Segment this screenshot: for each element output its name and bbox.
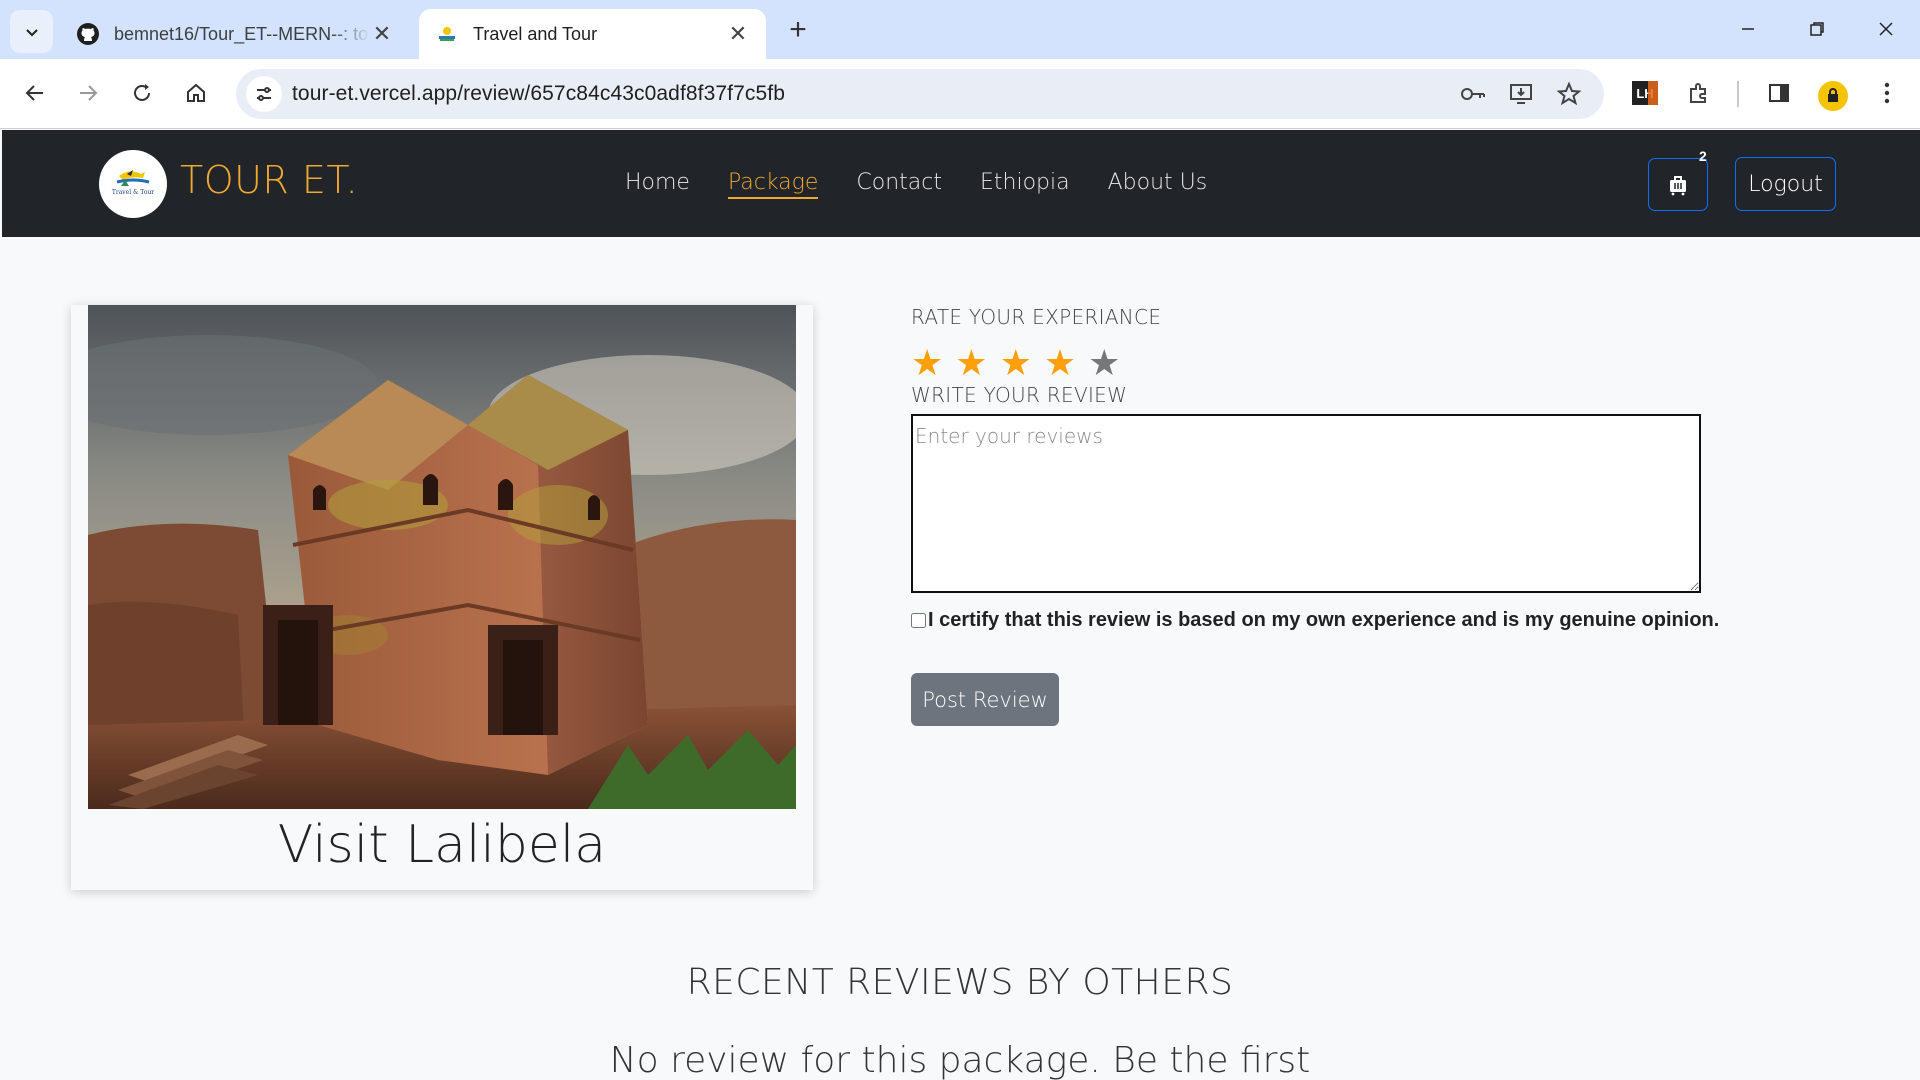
extensions-puzzle-icon[interactable]: [1679, 73, 1719, 113]
cart-button[interactable]: [1648, 158, 1708, 211]
tab-title: bemnet16/Tour_ET--MERN--: to: [114, 23, 369, 44]
close-window-icon[interactable]: [1862, 10, 1910, 48]
install-app-icon[interactable]: [1506, 79, 1536, 109]
tab-travel-and-tour[interactable]: Travel and Tour ✕: [419, 9, 766, 59]
review-textarea[interactable]: [911, 414, 1701, 593]
bookmark-star-icon[interactable]: [1554, 79, 1584, 109]
tab-title: Travel and Tour: [473, 23, 598, 44]
certify-checkbox[interactable]: [911, 613, 926, 628]
tab-close-icon[interactable]: ✕: [370, 21, 394, 46]
star-icon[interactable]: ★: [911, 345, 943, 381]
post-review-button[interactable]: Post Review: [911, 673, 1059, 726]
tab-search-button[interactable]: [10, 10, 53, 53]
reload-icon[interactable]: [122, 73, 162, 113]
minimize-icon[interactable]: [1724, 10, 1772, 48]
home-icon[interactable]: [176, 73, 216, 113]
url-text[interactable]: tour-et.vercel.app/review/657c84c43c0adf…: [292, 82, 785, 106]
cart-count-badge: 2: [1699, 148, 1707, 164]
package-title: Visit Lalibela: [277, 815, 607, 875]
profile-avatar-icon[interactable]: [1818, 81, 1848, 111]
rate-label: RATE YOUR EXPERIANCE: [911, 305, 1162, 329]
nav-contact[interactable]: Contact: [856, 170, 942, 199]
star-rating: ★ ★ ★ ★ ★: [911, 345, 1120, 381]
site-info-icon[interactable]: [246, 76, 282, 112]
nav-ethiopia[interactable]: Ethiopia: [980, 170, 1070, 199]
package-card: Visit Lalibela: [71, 305, 813, 890]
empty-reviews-message: No review for this package. Be the first: [609, 1040, 1311, 1080]
logo-text: Travel & Tour: [112, 189, 154, 196]
side-panel-icon[interactable]: [1759, 73, 1799, 113]
brand-name[interactable]: TOUR ET.: [180, 158, 358, 202]
restore-icon[interactable]: [1793, 10, 1841, 48]
logout-button[interactable]: Logout: [1735, 157, 1836, 211]
site-favicon-icon: [435, 22, 459, 46]
browser-menu-icon[interactable]: [1867, 73, 1907, 113]
toolbar-divider: [1737, 81, 1739, 107]
chevron-down-icon: [25, 28, 38, 36]
browser-tab-strip: bemnet16/Tour_ET--MERN--: to ✕ Travel an…: [0, 0, 1920, 59]
lighthouse-extension-icon[interactable]: LH: [1625, 73, 1665, 113]
address-bar[interactable]: tour-et.vercel.app/review/657c84c43c0adf…: [236, 69, 1604, 119]
review-label: WRITE YOUR REVIEW: [911, 383, 1128, 407]
tab-github[interactable]: bemnet16/Tour_ET--MERN--: to ✕: [60, 9, 410, 59]
password-key-icon[interactable]: [1458, 79, 1488, 109]
package-image: [88, 305, 796, 809]
star-icon[interactable]: ★: [1044, 345, 1076, 381]
forward-arrow-icon[interactable]: [68, 73, 108, 113]
star-icon[interactable]: ★: [1088, 345, 1120, 381]
tab-close-icon[interactable]: ✕: [726, 21, 750, 46]
main-nav: Home Package Contact Ethiopia About Us: [625, 170, 1245, 199]
star-icon[interactable]: ★: [1000, 345, 1032, 381]
certify-text: I certify that this review is based on m…: [928, 609, 1720, 631]
nav-home[interactable]: Home: [625, 170, 690, 199]
luggage-icon: [1670, 175, 1686, 195]
certify-checkbox-row[interactable]: I certify that this review is based on m…: [911, 609, 1719, 632]
nav-package[interactable]: Package: [727, 170, 819, 199]
nav-about-us[interactable]: About Us: [1108, 170, 1208, 199]
recent-reviews-heading: RECENT REVIEWS BY OTHERS: [686, 962, 1234, 1003]
site-logo[interactable]: Travel & Tour: [99, 150, 167, 218]
github-icon: [76, 22, 100, 46]
new-tab-icon[interactable]: +: [782, 13, 814, 46]
star-icon[interactable]: ★: [955, 345, 987, 381]
browser-toolbar: tour-et.vercel.app/review/657c84c43c0adf…: [0, 59, 1920, 129]
back-arrow-icon[interactable]: [15, 73, 55, 113]
site-navbar: Travel & Tour TOUR ET. Home Package Cont…: [2, 130, 1920, 237]
